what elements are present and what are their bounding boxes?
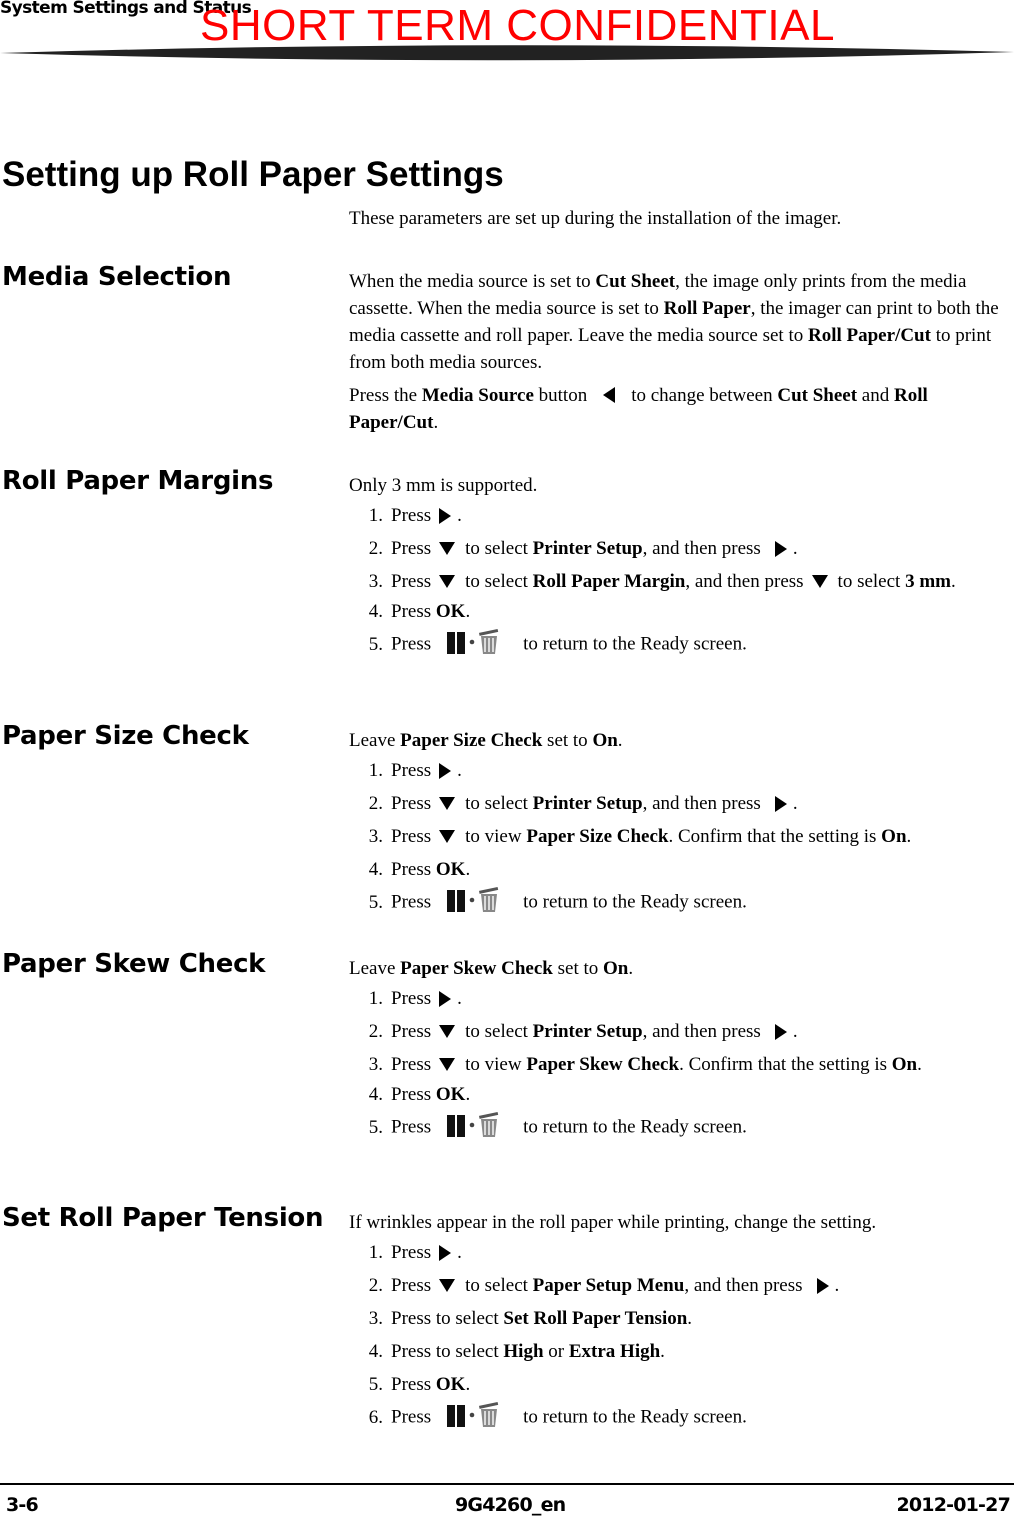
right-arrow-icon — [439, 990, 452, 1007]
footer-date: 2012-01-27 — [896, 1494, 1010, 1516]
media-source-paragraph: Press the Media Source button to change b… — [349, 385, 928, 433]
list-item: 1. Press. — [368, 988, 462, 1009]
confidential-watermark: SHORT TERM CONFIDENTIAL — [200, 1, 835, 50]
list-item: 4. Press OK. — [368, 601, 471, 622]
list-item: 5. Press to return to the Ready screen. — [349, 628, 1014, 661]
footer-page-number: 3-6 — [6, 1494, 39, 1516]
right-arrow-icon — [774, 540, 787, 557]
right-arrow-icon — [439, 1244, 452, 1261]
intro-text: These parameters are set up during the i… — [349, 208, 842, 229]
heading-roll-paper-margins: Roll Paper Margins — [2, 466, 274, 496]
list-item: 5. Press to return to the Ready screen. — [349, 1111, 1014, 1144]
paper-size-check-body: Leave Paper Size Check set to On. 1. Pres… — [349, 727, 1014, 919]
roll-paper-margins-body: Only 3 mm is supported. 1. Press. 2. Press… — [349, 472, 1014, 661]
list-item: 4. Press OK. — [368, 859, 471, 880]
size-intro: Leave Paper Size Check set to On. — [349, 730, 623, 751]
media-paragraph: When the media source is set to Cut Shee… — [349, 271, 999, 373]
right-arrow-icon — [774, 795, 787, 812]
list-item: 3. Press to select Set Roll Paper Tension… — [368, 1308, 693, 1329]
list-item: 1. Press. — [368, 1242, 462, 1263]
down-arrow-icon — [439, 829, 456, 843]
heading-paper-size-check: Paper Size Check — [2, 721, 249, 751]
down-arrow-icon — [439, 796, 456, 810]
list-item: 5. Press to return to the Ready screen. — [349, 886, 1014, 919]
down-arrow-icon — [439, 1278, 456, 1292]
heading-paper-skew-check: Paper Skew Check — [2, 949, 266, 979]
footer-doc-id: 9G4260_en — [455, 1494, 566, 1516]
list-item: 1. Press. — [368, 505, 462, 526]
list-item: 2. Press to select Printer Setup, and then… — [368, 793, 798, 814]
set-roll-paper-tension-body: If wrinkles appear in the roll paper whi… — [349, 1209, 1014, 1434]
list-item: 2. Press to select Paper Setup Menu, and t… — [368, 1275, 840, 1296]
right-arrow-icon — [439, 762, 452, 779]
skew-intro: Leave Paper Skew Check set to On. — [349, 958, 634, 979]
down-arrow-icon — [439, 1057, 456, 1071]
list-item: 1. Press. — [368, 760, 462, 781]
list-item: 4. Press to select High or Extra High. — [368, 1341, 665, 1362]
down-arrow-icon — [439, 541, 456, 555]
list-item: 2. Press to select Printer Setup, and then… — [368, 1021, 798, 1042]
pause-trash-icon — [445, 1109, 511, 1147]
media-selection-body: When the media source is set to Cut Shee… — [349, 268, 1014, 436]
pause-trash-icon — [445, 626, 511, 664]
list-item: 3. Press to view Paper Skew Check. Confirm… — [368, 1054, 922, 1075]
margins-intro: Only 3 mm is supported. — [349, 475, 538, 496]
down-arrow-icon — [439, 574, 456, 588]
paper-skew-check-body: Leave Paper Skew Check set to On. 1. Pres… — [349, 955, 1014, 1144]
down-arrow-icon — [811, 574, 828, 588]
pause-trash-icon — [445, 1399, 511, 1437]
list-item: 4. Press OK. — [368, 1084, 471, 1105]
right-arrow-icon — [816, 1277, 829, 1294]
right-arrow-icon — [774, 1023, 787, 1040]
list-item: 3. Press to view Paper Size Check. Confirm… — [368, 826, 912, 847]
page-title: Setting up Roll Paper Settings — [2, 155, 504, 194]
tension-intro: If wrinkles appear in the roll paper whi… — [349, 1212, 877, 1233]
list-item: 2. Press to select Printer Setup, and then… — [368, 538, 798, 559]
heading-set-roll-paper-tension: Set Roll Paper Tension — [2, 1203, 324, 1233]
list-item: 6. Press to return to the Ready screen. — [349, 1401, 1014, 1434]
pause-trash-icon — [445, 884, 511, 922]
right-arrow-icon — [439, 507, 452, 524]
list-item: 5. Press OK. — [368, 1374, 471, 1395]
left-arrow-icon — [603, 387, 616, 404]
footer-divider — [0, 1483, 1014, 1485]
heading-media-selection: Media Selection — [2, 262, 232, 292]
down-arrow-icon — [439, 1024, 456, 1038]
list-item: 3. Press to select Roll Paper Margin, and … — [368, 571, 956, 592]
